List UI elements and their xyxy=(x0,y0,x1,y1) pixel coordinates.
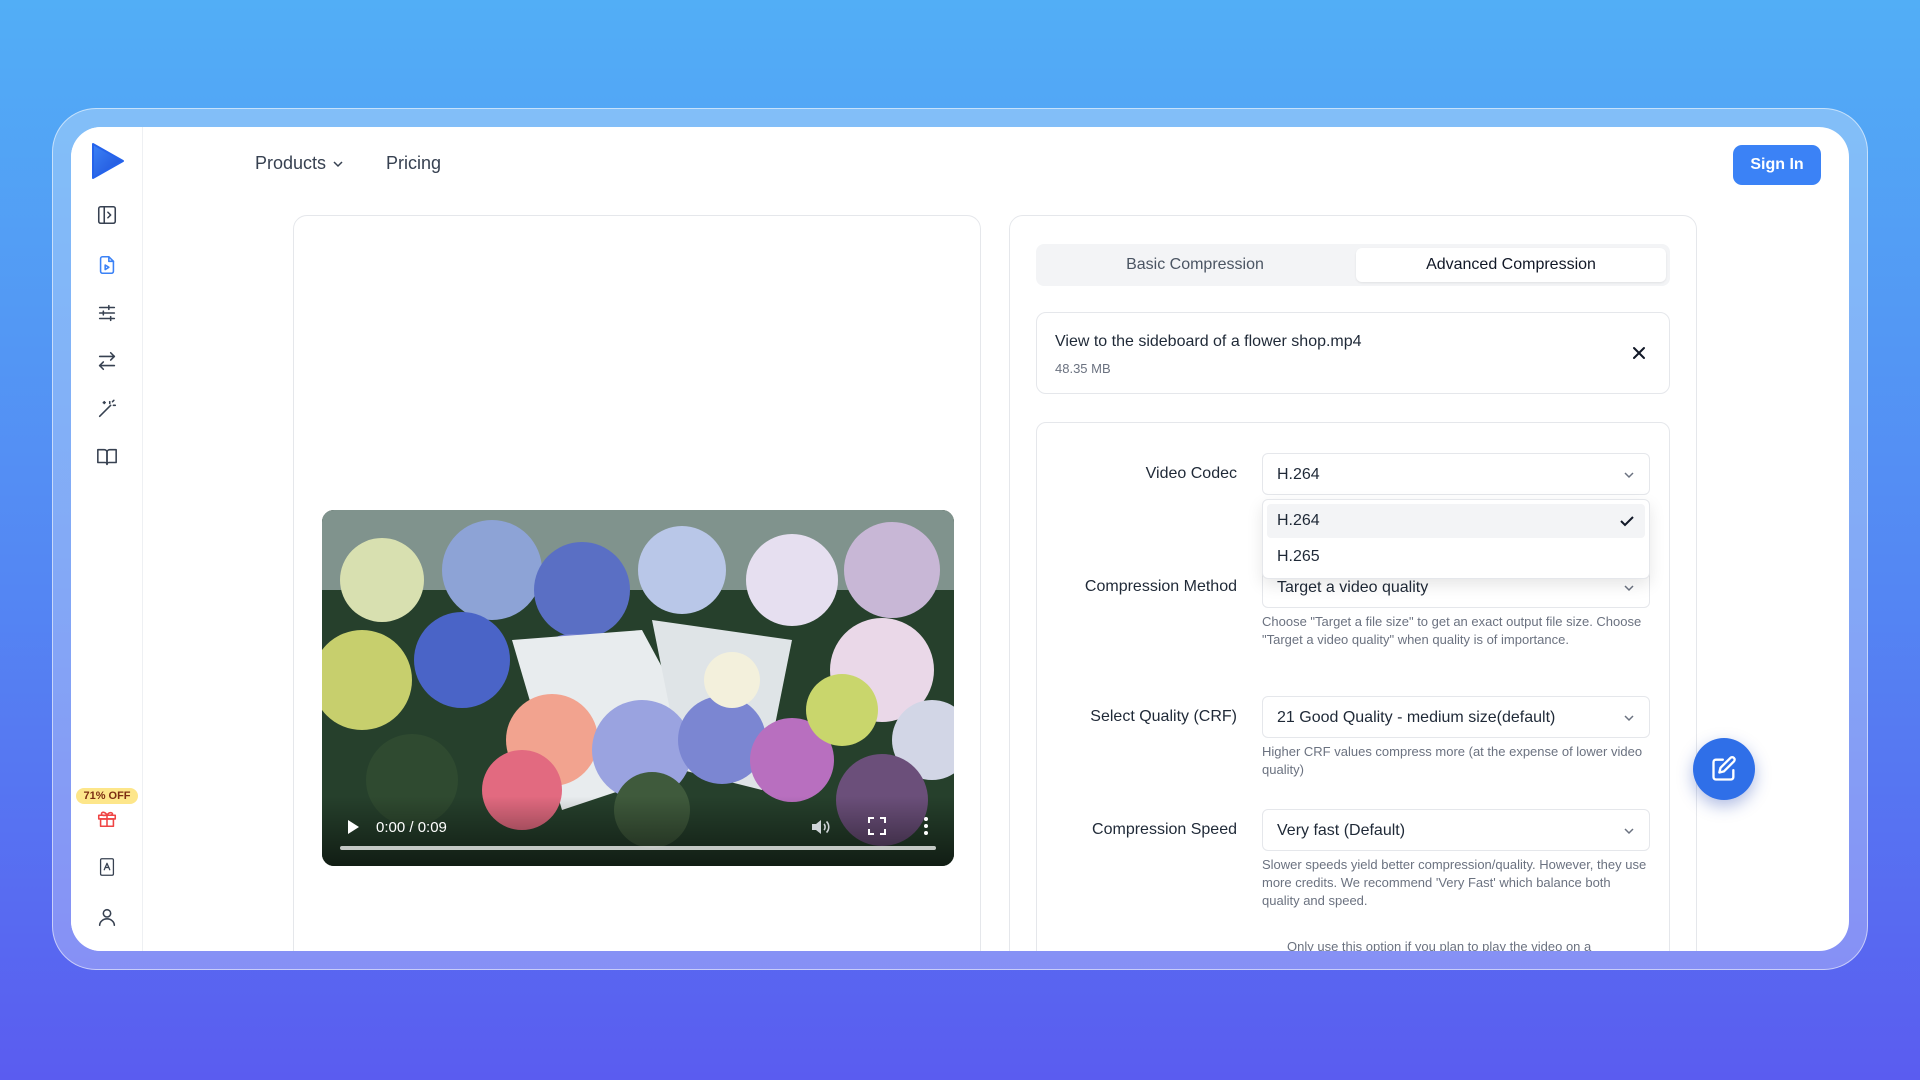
compression-method-label: Compression Method xyxy=(1084,578,1237,595)
codec-option-label: H.264 xyxy=(1277,512,1320,529)
edit-square-icon xyxy=(1712,756,1736,781)
video-codec-select[interactable]: H.264 xyxy=(1262,453,1650,495)
gift-icon[interactable] xyxy=(95,806,119,830)
codec-option-h265[interactable]: H.265 xyxy=(1267,540,1645,574)
book-icon[interactable] xyxy=(95,445,119,469)
video-codec-dropdown: H.264 H.265 xyxy=(1262,499,1650,579)
logo-play-icon[interactable] xyxy=(89,141,125,181)
codec-option-h264[interactable]: H.264 xyxy=(1267,504,1645,538)
quality-value: 21 Good Quality - medium size(default) xyxy=(1277,709,1556,726)
chevron-down-icon xyxy=(1624,715,1634,722)
file-video-icon[interactable] xyxy=(95,253,119,277)
quality-select[interactable]: 21 Good Quality - medium size(default) xyxy=(1262,696,1650,738)
magic-wand-icon[interactable] xyxy=(95,397,119,421)
play-icon[interactable] xyxy=(344,818,362,836)
chevron-down-icon xyxy=(1624,585,1634,592)
video-codec-value: H.264 xyxy=(1277,466,1320,483)
top-navbar: Products Pricing Sign In xyxy=(143,127,1849,199)
nav-products[interactable]: Products xyxy=(255,153,344,174)
speed-label: Compression Speed xyxy=(1092,821,1237,838)
app-window: 71% OFF Products Pricing Sign In 0:00 / … xyxy=(71,127,1849,951)
chevron-down-icon xyxy=(1624,828,1634,835)
option-note: Only use this option if you plan to play… xyxy=(1287,939,1592,951)
file-card: View to the sideboard of a flower shop.m… xyxy=(1036,312,1670,394)
speed-help: Slower speeds yield better compression/q… xyxy=(1262,857,1647,908)
settings-panel: Basic Compression Advanced Compression V… xyxy=(1009,215,1697,951)
nav-pricing[interactable]: Pricing xyxy=(386,153,441,174)
nav-products-label: Products xyxy=(255,153,327,173)
speed-value: Very fast (Default) xyxy=(1277,822,1406,839)
sliders-icon[interactable] xyxy=(95,301,119,325)
tab-advanced-compression[interactable]: Advanced Compression xyxy=(1356,248,1666,282)
chevron-down-icon xyxy=(333,160,343,167)
user-icon[interactable] xyxy=(95,905,119,929)
compression-method-value: Target a video quality xyxy=(1277,579,1429,596)
preview-panel: 0:00 / 0:09 xyxy=(293,215,981,951)
more-vertical-icon[interactable] xyxy=(922,816,930,836)
chevron-down-icon xyxy=(1624,472,1634,479)
quality-label: Select Quality (CRF) xyxy=(1090,708,1237,725)
feedback-button[interactable] xyxy=(1693,738,1755,800)
codec-option-label: H.265 xyxy=(1277,548,1320,565)
check-icon xyxy=(1620,516,1634,527)
video-player[interactable]: 0:00 / 0:09 xyxy=(322,510,954,866)
video-progress-bar[interactable] xyxy=(340,846,936,850)
sidebar: 71% OFF xyxy=(71,127,143,951)
compression-method-help: Choose "Target a file size" to get an ex… xyxy=(1262,614,1642,647)
quality-help: Higher CRF values compress more (at the … xyxy=(1262,744,1643,777)
file-name: View to the sideboard of a flower shop.m… xyxy=(1055,333,1362,350)
sign-in-button[interactable]: Sign In xyxy=(1733,145,1821,185)
close-icon[interactable] xyxy=(1629,343,1649,363)
volume-icon[interactable] xyxy=(810,818,832,836)
advanced-settings: Video Codec H.264 H.264 H.265 Compressio… xyxy=(1036,422,1670,951)
panel-toggle-icon[interactable] xyxy=(95,203,119,227)
compression-tabs: Basic Compression Advanced Compression xyxy=(1036,244,1670,286)
video-time: 0:00 / 0:09 xyxy=(376,819,447,836)
video-controls: 0:00 / 0:09 xyxy=(322,796,954,866)
tab-basic-compression[interactable]: Basic Compression xyxy=(1040,248,1350,282)
file-size: 48.35 MB xyxy=(1055,361,1111,376)
arrows-swap-icon[interactable] xyxy=(95,349,119,373)
ai-doc-icon[interactable] xyxy=(95,855,119,879)
speed-select[interactable]: Very fast (Default) xyxy=(1262,809,1650,851)
discount-badge[interactable]: 71% OFF xyxy=(76,788,138,804)
fullscreen-icon[interactable] xyxy=(868,817,886,835)
video-codec-label: Video Codec xyxy=(1145,465,1237,482)
